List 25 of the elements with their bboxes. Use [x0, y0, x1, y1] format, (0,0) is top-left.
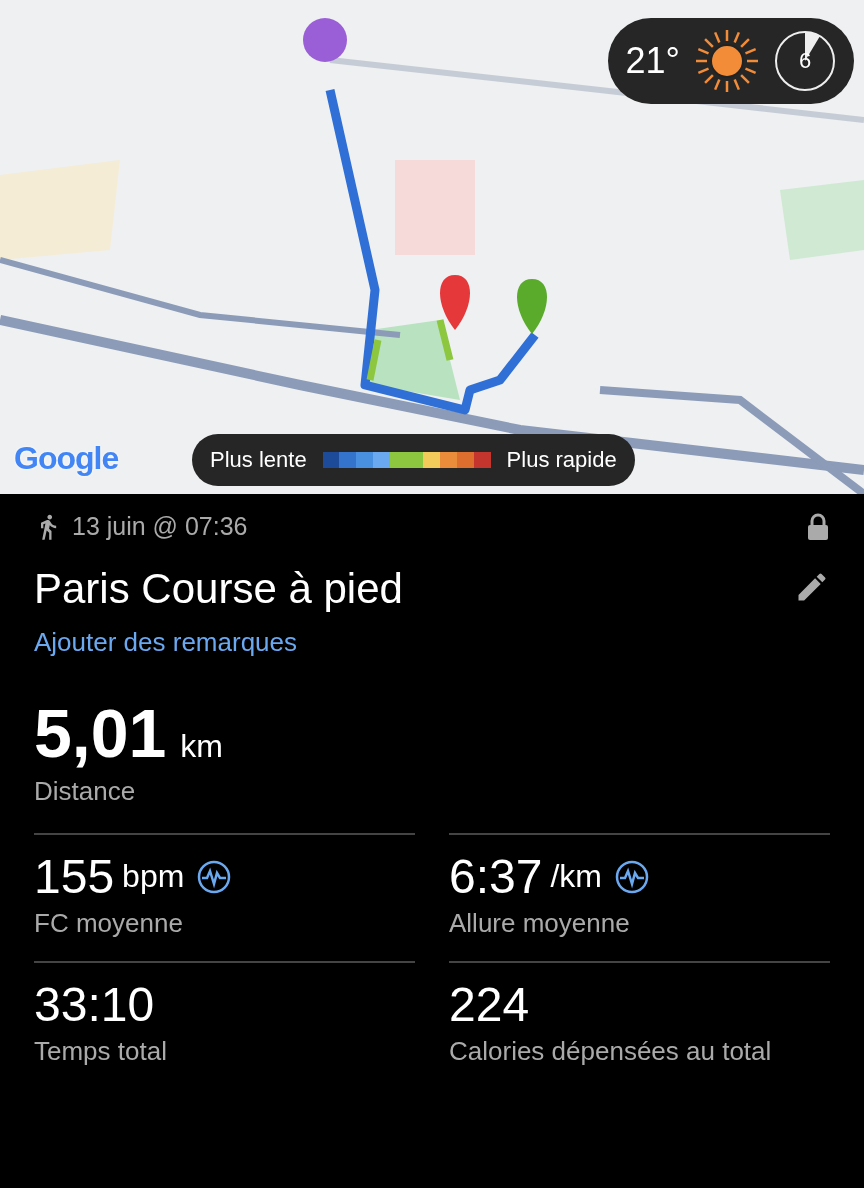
- stat-label: Temps total: [34, 1036, 168, 1067]
- distance-unit: km: [180, 728, 223, 765]
- stat-label: Allure moyenne: [449, 908, 631, 939]
- stat-label: Distance: [34, 776, 137, 807]
- uv-index-icon: [774, 30, 836, 92]
- stat-label: FC moyenne: [34, 908, 184, 939]
- distance-value: 5,01: [34, 694, 167, 772]
- stat-value: 33:10: [34, 977, 155, 1032]
- activity-title: Paris Course à pied: [34, 565, 403, 613]
- fast-label: Plus rapide: [506, 447, 617, 473]
- sun-icon: [694, 28, 760, 94]
- uv-index: 6: [798, 48, 812, 74]
- chart-icon[interactable]: [196, 858, 233, 895]
- stat-label: Calories dépensées au total: [449, 1036, 773, 1067]
- stat-value: 6:37: [449, 849, 543, 904]
- temperature: 21°: [625, 40, 680, 82]
- stat-value: 224: [449, 977, 530, 1032]
- add-notes-link[interactable]: Ajouter des remarques: [34, 627, 298, 658]
- stat-unit: /km: [550, 858, 602, 895]
- stat-value: 155: [34, 849, 115, 904]
- stat-unit: bpm: [122, 858, 185, 895]
- activity-date: 13 juin @ 07:36: [72, 512, 248, 541]
- slow-label: Plus lente: [210, 447, 307, 473]
- map-attribution: Google: [14, 440, 119, 477]
- chart-icon[interactable]: [613, 858, 650, 895]
